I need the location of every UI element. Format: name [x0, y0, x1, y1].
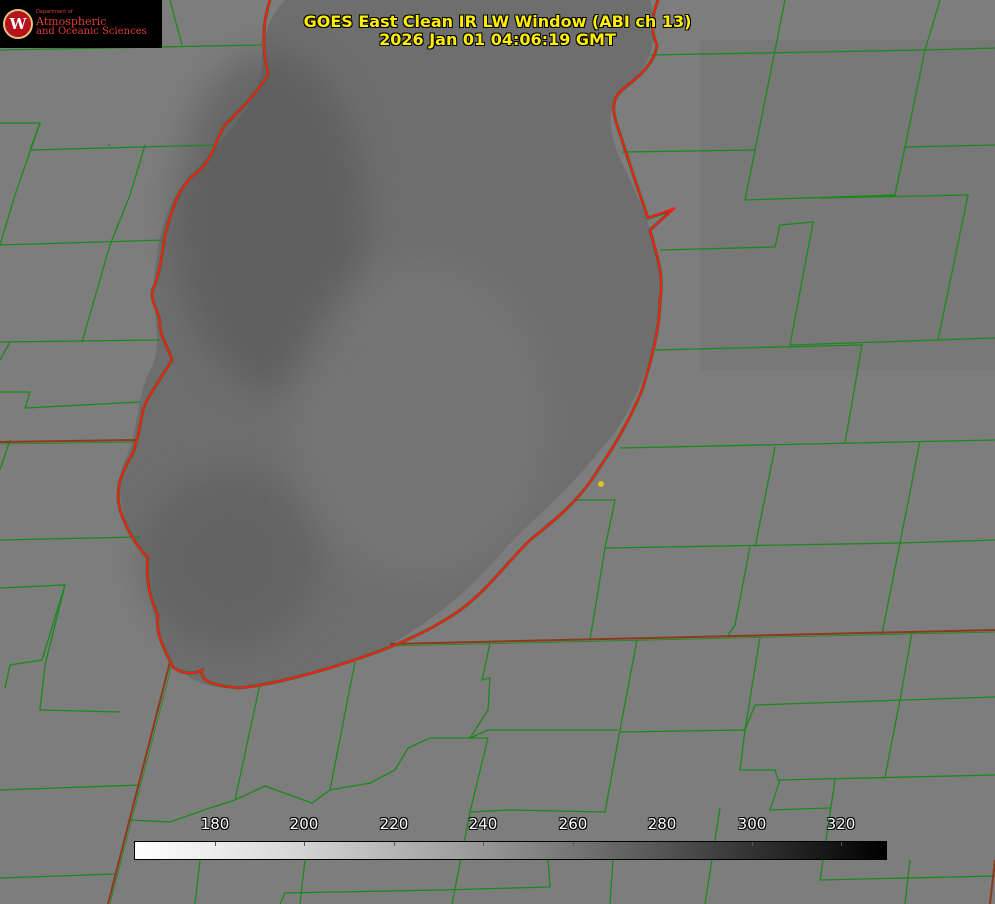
colorbar-tick-label: 220: [379, 815, 409, 833]
lake-warm-region: [290, 260, 550, 580]
colorbar-tick-mark: [483, 842, 484, 846]
colorbar-tick-mark: [304, 842, 305, 846]
colorbar-tick-label: 320: [826, 815, 856, 833]
land-patch-east: [700, 40, 995, 370]
image-timestamp: 2026 Jan 01 04:06:19 GMT: [379, 30, 616, 49]
lake-cold-region-south: [140, 470, 320, 650]
satellite-map[interactable]: [0, 0, 995, 904]
satellite-viewer: W Department of Atmospheric and Oceanic …: [0, 0, 995, 904]
image-title: GOES East Clean IR LW Window (ABI ch 13): [303, 12, 692, 31]
city-marker[interactable]: [598, 481, 604, 487]
colorbar-tick-label: 180: [200, 815, 230, 833]
temperature-colorbar: [134, 841, 887, 860]
logo-text: Department of Atmospheric and Oceanic Sc…: [36, 10, 147, 37]
uw-seal-icon: W: [3, 9, 33, 39]
colorbar-tick-label: 240: [468, 815, 498, 833]
colorbar-tick-mark: [662, 842, 663, 846]
colorbar-tick-mark: [394, 842, 395, 846]
colorbar-tick-label: 280: [647, 815, 677, 833]
colorbar-tick-mark: [752, 842, 753, 846]
colorbar-tick-label: 260: [558, 815, 588, 833]
colorbar-tick-label: 200: [289, 815, 319, 833]
uw-aos-logo[interactable]: W Department of Atmospheric and Oceanic …: [0, 0, 162, 48]
colorbar-tick-mark: [841, 842, 842, 846]
logo-line-2: and Oceanic Sciences: [36, 26, 147, 38]
colorbar-tick-label: 300: [737, 815, 767, 833]
colorbar-tick-mark: [573, 842, 574, 846]
colorbar-tick-mark: [215, 842, 216, 846]
